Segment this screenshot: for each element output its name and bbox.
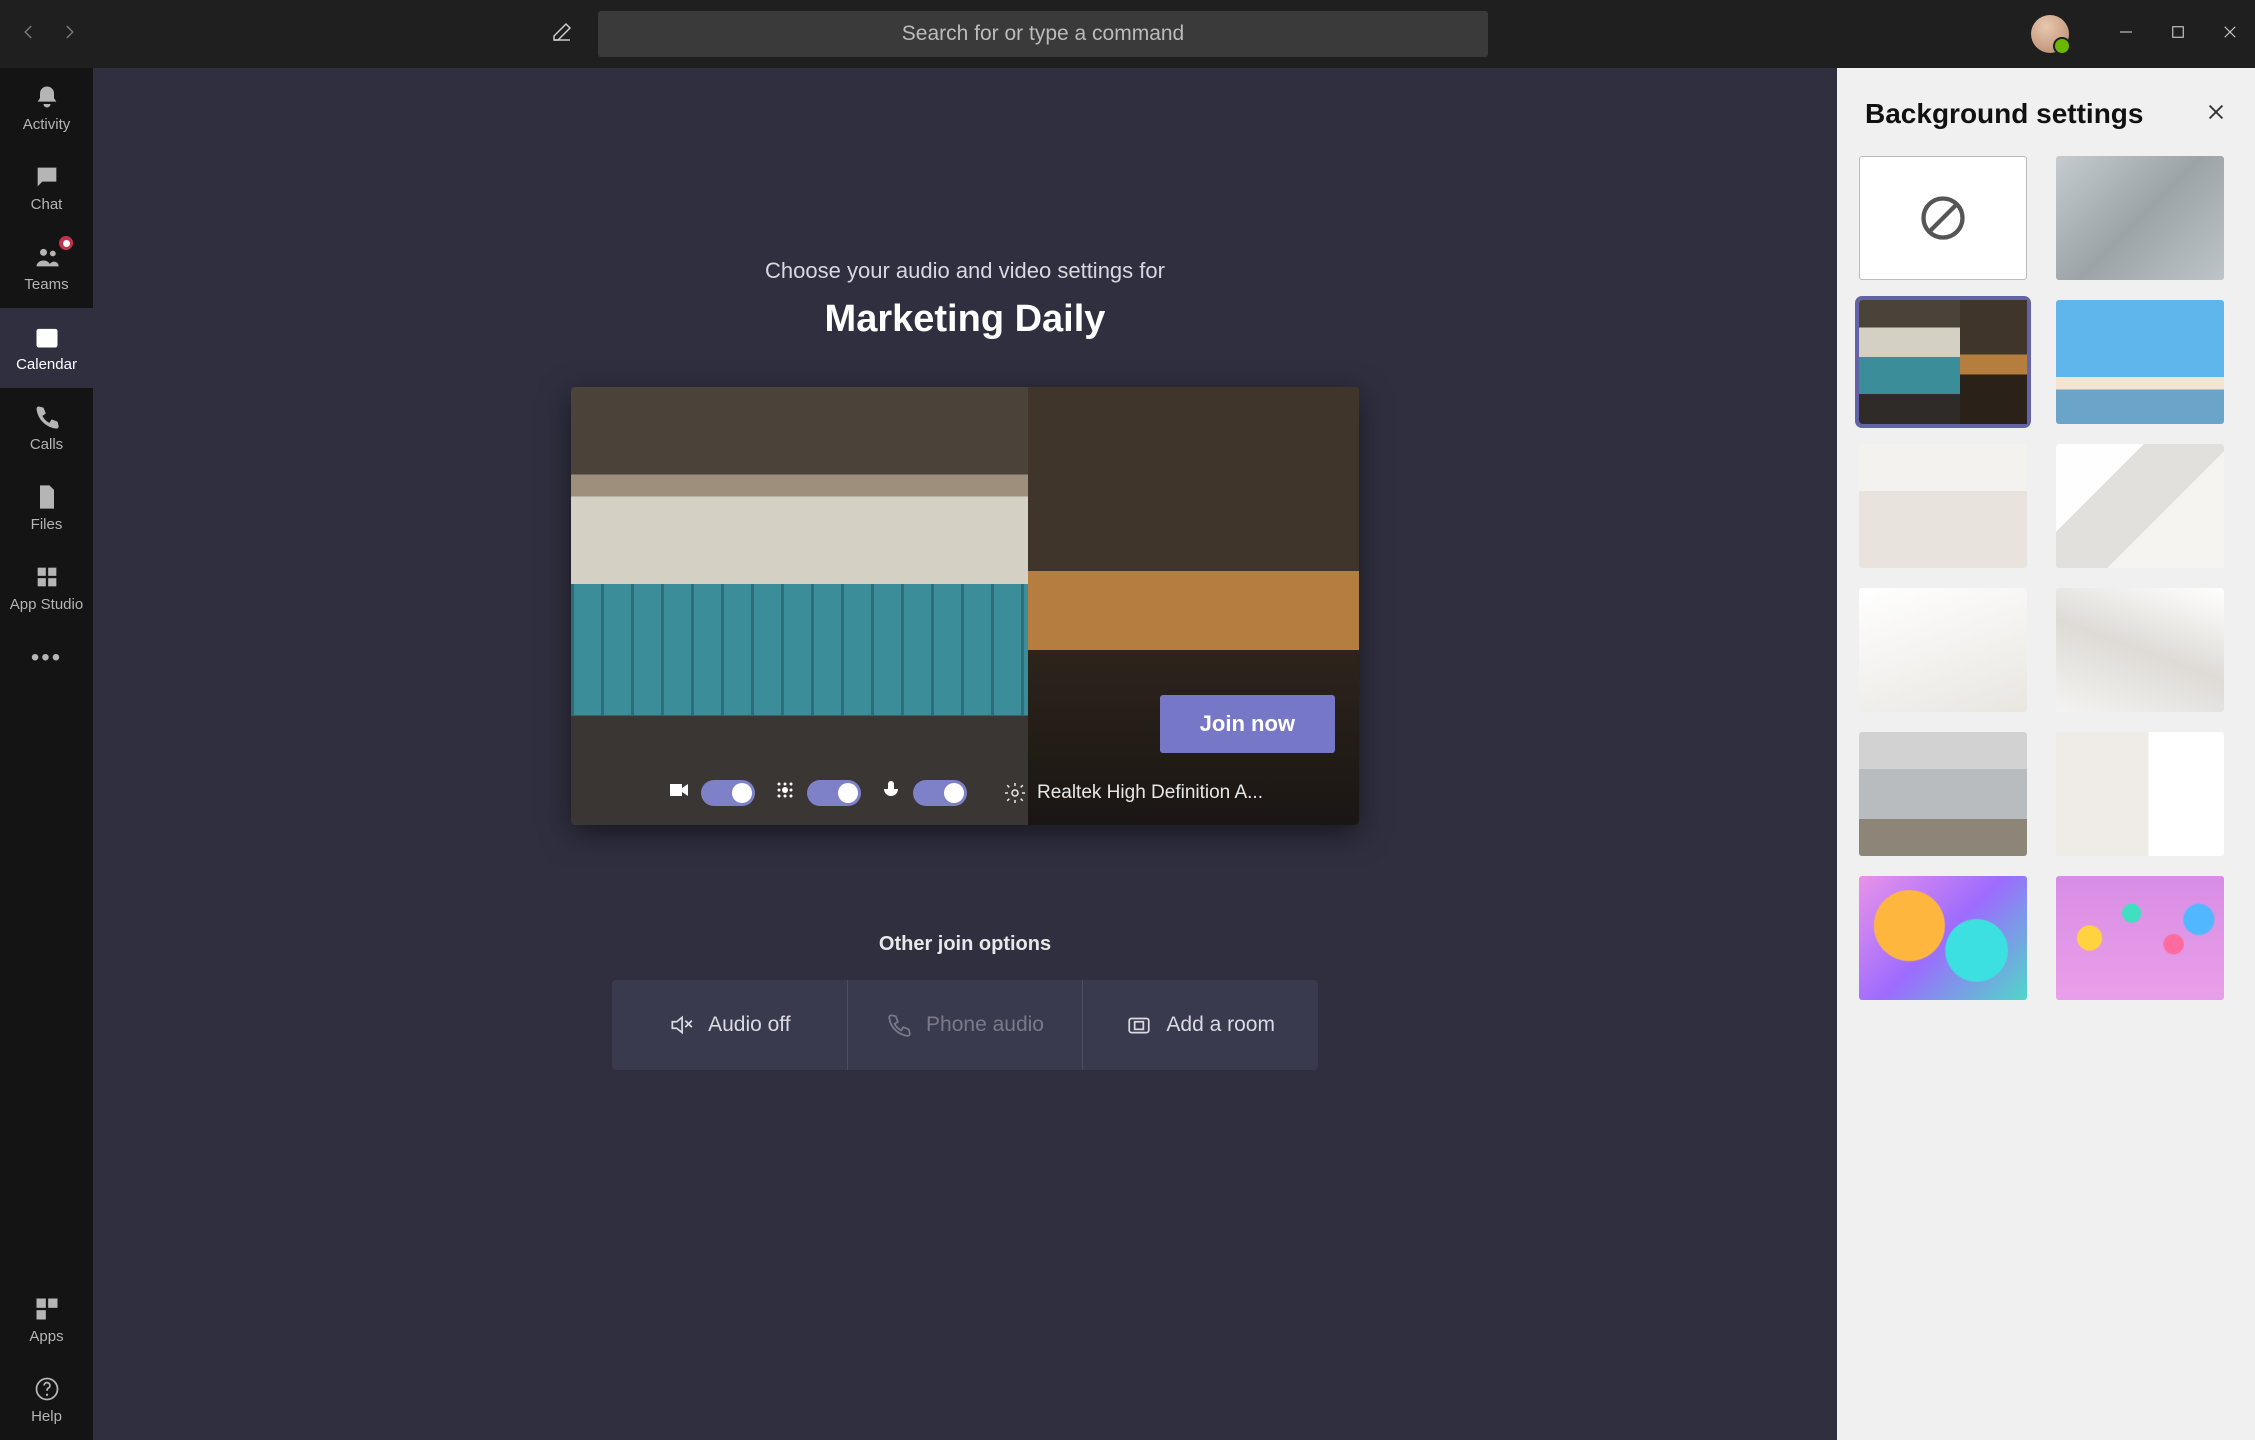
mic-icon — [879, 778, 903, 807]
sidebar-item-label: Calendar — [16, 356, 77, 373]
speaker-off-icon — [668, 1012, 694, 1038]
camera-toggle[interactable] — [701, 780, 755, 806]
mic-toggle[interactable] — [913, 780, 967, 806]
background-fx-icon — [773, 778, 797, 807]
bg-tile-balloons-b[interactable] — [2056, 876, 2224, 1000]
sidebar-item-apps[interactable]: Apps — [0, 1280, 93, 1360]
option-audio-off[interactable]: Audio off — [612, 980, 847, 1070]
join-now-button[interactable]: Join now — [1160, 695, 1335, 753]
window-close-icon[interactable] — [2221, 23, 2239, 46]
forward-button[interactable] — [60, 23, 78, 46]
close-icon[interactable] — [2205, 101, 2227, 128]
panel-title: Background settings — [1865, 98, 2143, 130]
back-button[interactable] — [20, 23, 38, 46]
video-preview-image — [571, 387, 1359, 825]
sidebar-item-label: Apps — [29, 1328, 63, 1345]
file-icon — [33, 483, 61, 511]
sidebar-item-label: Activity — [23, 116, 71, 133]
bg-tile-room-e[interactable] — [2056, 732, 2224, 856]
preview-controls: Realtek High Definition A... — [571, 778, 1359, 807]
phone-icon — [886, 1012, 912, 1038]
sidebar-item-calls[interactable]: Calls — [0, 388, 93, 468]
people-icon — [33, 243, 61, 271]
sidebar-item-label: Teams — [24, 276, 68, 293]
bg-tile-room-b[interactable] — [2056, 444, 2224, 568]
option-label: Add a room — [1166, 1013, 1275, 1037]
avatar[interactable] — [2031, 15, 2069, 53]
room-icon — [1126, 1012, 1152, 1038]
background-grid — [1837, 156, 2255, 1000]
prejoin-subtitle: Choose your audio and video settings for — [765, 258, 1165, 284]
option-phone-audio[interactable]: Phone audio — [847, 980, 1083, 1070]
prejoin-main: Choose your audio and video settings for… — [93, 68, 1837, 1440]
phone-icon — [33, 403, 61, 431]
bg-tile-room-a[interactable] — [1859, 444, 2027, 568]
title-bar: Search for or type a command — [0, 0, 2255, 68]
check-icon — [1997, 308, 2019, 335]
gear-icon — [1003, 781, 1027, 805]
bg-tile-lockers[interactable] — [1859, 300, 2027, 424]
app-studio-icon — [33, 563, 61, 591]
bg-tile-beach[interactable] — [2056, 300, 2224, 424]
search-input[interactable]: Search for or type a command — [598, 11, 1488, 57]
video-preview: Join now Realtek High Definition A... — [571, 387, 1359, 825]
meeting-title: Marketing Daily — [765, 298, 1165, 341]
other-options-title: Other join options — [93, 933, 1837, 956]
option-add-room[interactable]: Add a room — [1082, 980, 1318, 1070]
sidebar-item-files[interactable]: Files — [0, 468, 93, 548]
app-sidebar: Activity Chat Teams Calendar Calls Files… — [0, 68, 93, 1440]
bg-tile-none[interactable] — [1859, 156, 2027, 280]
sidebar-item-teams[interactable]: Teams — [0, 228, 93, 308]
sidebar-item-label: Chat — [31, 196, 63, 213]
calendar-icon — [33, 323, 61, 351]
search-placeholder: Search for or type a command — [902, 22, 1184, 46]
sidebar-item-activity[interactable]: Activity — [0, 68, 93, 148]
bg-tile-room-c[interactable] — [1859, 588, 2027, 712]
background-settings-panel: Background settings — [1837, 68, 2255, 1440]
sidebar-more-icon[interactable]: ••• — [0, 628, 93, 688]
chat-icon — [33, 163, 61, 191]
sidebar-item-label: App Studio — [10, 596, 83, 613]
sidebar-item-app-studio[interactable]: App Studio — [0, 548, 93, 628]
sidebar-item-label: Files — [31, 516, 63, 533]
audio-device-label: Realtek High Definition A... — [1037, 782, 1263, 804]
compose-icon[interactable] — [550, 20, 574, 49]
badge-icon — [57, 234, 75, 252]
window-minimize-icon[interactable] — [2117, 23, 2135, 46]
apps-icon — [33, 1295, 61, 1323]
sidebar-item-help[interactable]: Help — [0, 1360, 93, 1440]
bell-icon — [33, 83, 61, 111]
option-label: Phone audio — [926, 1013, 1044, 1037]
none-icon — [1917, 192, 1969, 244]
bg-tile-room-d[interactable] — [2056, 588, 2224, 712]
sidebar-item-label: Calls — [30, 436, 63, 453]
window-maximize-icon[interactable] — [2169, 23, 2187, 46]
bg-tile-blur[interactable] — [2056, 156, 2224, 280]
sidebar-item-label: Help — [31, 1408, 62, 1425]
bg-tile-balloons-a[interactable] — [1859, 876, 2027, 1000]
background-toggle[interactable] — [807, 780, 861, 806]
bg-tile-loft[interactable] — [1859, 732, 2027, 856]
help-icon — [33, 1375, 61, 1403]
sidebar-item-chat[interactable]: Chat — [0, 148, 93, 228]
audio-device-selector[interactable]: Realtek High Definition A... — [1003, 781, 1263, 805]
other-options-row: Audio off Phone audio Add a room — [612, 980, 1318, 1070]
option-label: Audio off — [708, 1013, 791, 1037]
camera-icon — [667, 778, 691, 807]
sidebar-item-calendar[interactable]: Calendar — [0, 308, 93, 388]
